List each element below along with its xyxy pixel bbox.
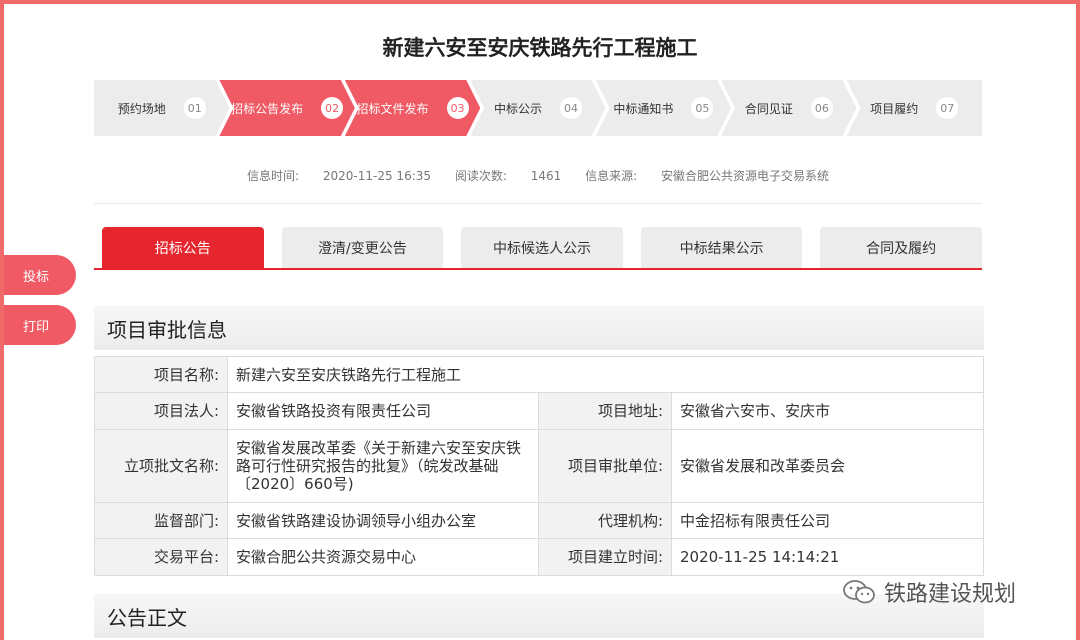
step-tender-docs[interactable]: 招标文件发布 03 (345, 80, 480, 136)
step-label: 招标文件发布 (356, 101, 429, 116)
meta-time-label: 信息时间: (247, 169, 300, 183)
step-winning-notice[interactable]: 中标公示 04 (470, 80, 605, 136)
step-award-letter[interactable]: 中标通知书 05 (596, 80, 731, 136)
progress-steps: 预约场地 01 招标公告发布 02 招标文件发布 03 中标公示 04 中标通知… (94, 80, 982, 136)
approval-info-table: 项目名称: 新建六安至安庆铁路先行工程施工 项目法人: 安徽省铁路投资有限责任公… (94, 356, 984, 576)
step-label: 合同见证 (744, 101, 793, 116)
step-performance[interactable]: 项目履约 07 (846, 80, 982, 136)
notice-tabs: 招标公告 澄清/变更公告 中标候选人公示 中标结果公示 合同及履约 (102, 227, 982, 269)
created-time-value: 2020-11-25 14:14:21 (671, 538, 984, 576)
platform-value: 安徽合肥公共资源交易中心 (227, 538, 539, 576)
tab-results[interactable]: 中标结果公示 (640, 227, 803, 269)
tab-contract[interactable]: 合同及履约 (820, 227, 982, 269)
right-border (1076, 0, 1080, 640)
info-meta: 信息时间: 2020-11-25 16:35 阅读次数: 1461 信息来源: … (94, 167, 982, 184)
step-label: 项目履约 (870, 101, 919, 116)
legal-person-label: 项目法人: (94, 392, 228, 430)
divider (94, 203, 982, 204)
supervisor-value: 安徽省铁路建设协调领导小组办公室 (227, 502, 539, 539)
project-address-label: 项目地址: (538, 392, 672, 430)
step-label: 中标通知书 (613, 101, 674, 116)
project-name-label: 项目名称: (94, 356, 228, 393)
step-number: 04 (560, 97, 582, 119)
meta-reads-label: 阅读次数: (454, 169, 507, 183)
created-time-label: 项目建立时间: (538, 538, 672, 576)
table-row: 项目法人: 安徽省铁路投资有限责任公司 项目地址: 安徽省六安市、安庆市 (94, 392, 984, 430)
supervisor-label: 监督部门: (94, 502, 228, 539)
table-row: 交易平台: 安徽合肥公共资源交易中心 项目建立时间: 2020-11-25 14… (94, 538, 984, 576)
section-approval-heading: 项目审批信息 (94, 306, 984, 350)
step-tender-notice[interactable]: 招标公告发布 02 (219, 80, 354, 136)
table-row: 监督部门: 安徽省铁路建设协调领导小组办公室 代理机构: 中金招标有限责任公司 (94, 502, 984, 539)
print-button[interactable]: 打印 (4, 305, 76, 345)
tab-candidates[interactable]: 中标候选人公示 (461, 227, 623, 269)
step-number: 07 (936, 97, 959, 119)
approval-doc-value: 安徽省发展改革委《关于新建六安至安庆铁路可行性研究报告的批复》（皖发改基础〔20… (227, 429, 539, 503)
top-border (0, 0, 1080, 4)
agency-label: 代理机构: (538, 502, 672, 539)
tabs-underline (94, 268, 982, 270)
bid-button[interactable]: 投标 (4, 255, 76, 295)
step-number: 02 (321, 97, 343, 119)
meta-source-label: 信息来源: (585, 169, 638, 183)
project-name-value: 新建六安至安庆铁路先行工程施工 (227, 356, 984, 393)
approver-label: 项目审批单位: (538, 429, 672, 503)
legal-person-value: 安徽省铁路投资有限责任公司 (227, 392, 539, 430)
meta-reads-value: 1461 (530, 169, 562, 183)
approver-value: 安徽省发展和改革委员会 (671, 429, 984, 503)
step-number: 01 (184, 97, 206, 119)
step-label: 招标公告发布 (231, 101, 304, 116)
step-number: 03 (447, 97, 469, 119)
meta-source-value: 安徽合肥公共资源电子交易系统 (660, 169, 829, 183)
step-label: 中标公示 (493, 101, 542, 116)
project-address-value: 安徽省六安市、安庆市 (671, 392, 984, 430)
platform-label: 交易平台: (94, 538, 228, 576)
step-number: 05 (691, 97, 713, 119)
step-label: 预约场地 (117, 101, 166, 116)
page-title: 新建六安至安庆铁路先行工程施工 (382, 36, 698, 60)
watermark: 铁路建设规划 (842, 574, 1072, 610)
table-row: 项目名称: 新建六安至安庆铁路先行工程施工 (94, 356, 984, 393)
approval-doc-label: 立项批文名称: (94, 429, 228, 503)
meta-time-value: 2020-11-25 16:35 (322, 169, 432, 183)
step-contract-witness[interactable]: 合同见证 06 (721, 80, 856, 136)
step-number: 06 (811, 97, 833, 119)
step-reserve-venue[interactable]: 预约场地 01 (94, 80, 229, 136)
table-row: 立项批文名称: 安徽省发展改革委《关于新建六安至安庆铁路可行性研究报告的批复》（… (94, 429, 984, 503)
agency-value: 中金招标有限责任公司 (671, 502, 984, 539)
wechat-icon (842, 578, 878, 606)
watermark-text: 铁路建设规划 (884, 582, 1017, 607)
tab-tender-notice[interactable]: 招标公告 (102, 227, 264, 269)
tab-clarification[interactable]: 澄清/变更公告 (281, 227, 444, 269)
